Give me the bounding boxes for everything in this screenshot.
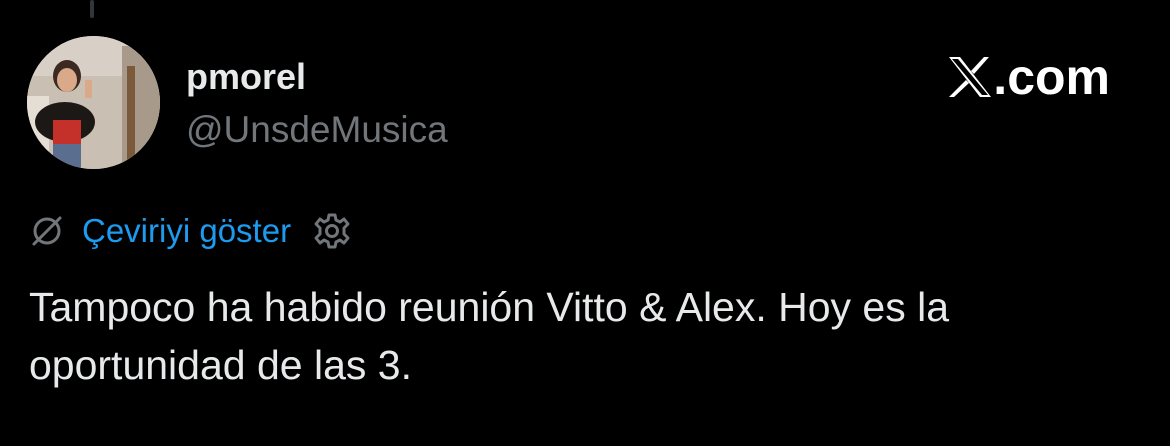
tweet-text: Tampoco ha habido reunión Vitto & Alex. … xyxy=(29,284,950,388)
author-display-name[interactable]: pmorel xyxy=(186,56,306,98)
brand-domain-text: .com xyxy=(993,49,1110,105)
show-translation-link[interactable]: Çeviriyi göster xyxy=(82,212,291,250)
translate-row: Çeviriyi göster xyxy=(30,208,351,254)
avatar-photo-icon xyxy=(27,36,160,169)
gear-icon[interactable] xyxy=(313,212,351,250)
no-translation-icon xyxy=(32,216,62,246)
x-logo-icon xyxy=(949,57,992,97)
author-handle[interactable]: @UnsdeMusica xyxy=(186,109,448,151)
avatar[interactable] xyxy=(27,36,160,169)
thread-connector-line xyxy=(90,0,94,18)
brand-watermark: .com xyxy=(948,49,1110,105)
